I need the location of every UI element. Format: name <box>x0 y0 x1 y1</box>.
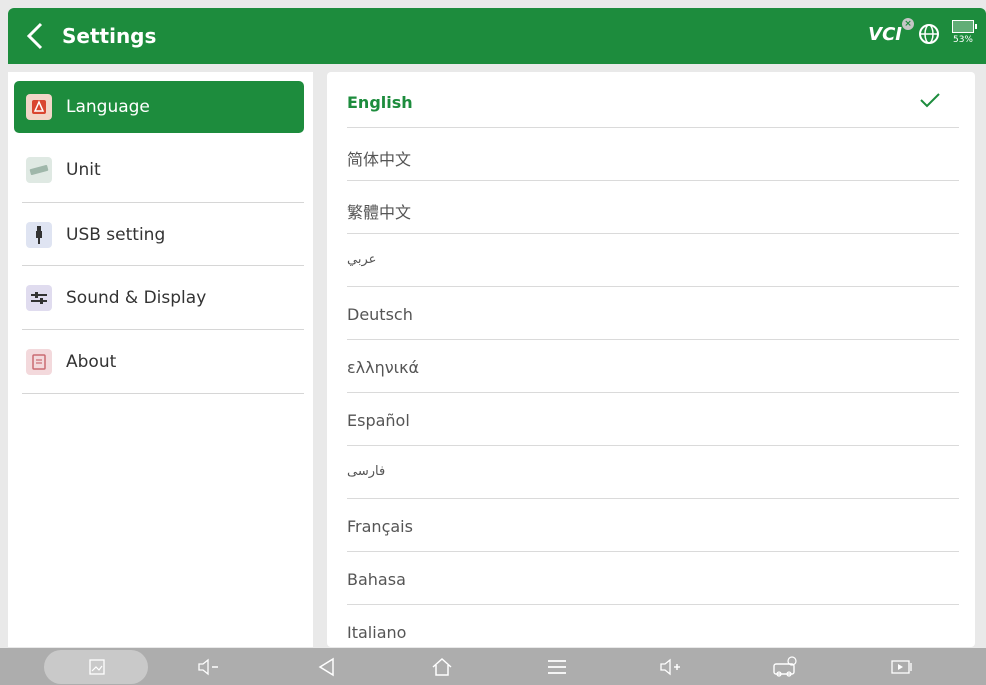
chevron-left-icon <box>26 22 43 50</box>
globe-icon[interactable] <box>918 23 940 45</box>
language-option[interactable]: Bahasa <box>347 552 959 605</box>
ruler-icon <box>26 157 52 183</box>
language-label: Français <box>347 517 413 536</box>
battery-icon <box>952 20 977 33</box>
language-label: 简体中文 <box>347 150 412 169</box>
battery-indicator: 53% <box>950 20 977 48</box>
sidebar-item-sound-display[interactable]: Sound & Display <box>14 272 304 324</box>
language-option[interactable]: Deutsch <box>347 287 959 340</box>
language-option[interactable]: Italiano <box>347 605 959 647</box>
document-icon <box>26 349 52 375</box>
language-label: Italiano <box>347 623 407 642</box>
divider <box>22 329 304 330</box>
disconnected-icon: × <box>902 17 914 30</box>
language-label: عربي <box>347 252 377 267</box>
status-area: VCI × 53% <box>868 17 977 48</box>
usb-icon <box>26 222 52 248</box>
home-icon[interactable] <box>427 652 457 682</box>
settings-sidebar: Language Unit USB setting Sound & Displa… <box>8 72 313 647</box>
sidebar-item-label: Unit <box>66 160 101 180</box>
screen-record-icon[interactable] <box>887 652 917 682</box>
car-diagnostic-icon[interactable] <box>770 652 800 682</box>
language-label: Bahasa <box>347 570 406 589</box>
language-label: فارسی <box>347 464 386 479</box>
checkmark-icon <box>920 93 940 108</box>
language-option-english[interactable]: English <box>347 75 959 128</box>
language-label: English <box>347 93 413 112</box>
divider <box>22 265 304 266</box>
app-header: Settings VCI × 53% <box>8 8 986 64</box>
sidebar-item-language[interactable]: Language <box>14 81 304 133</box>
language-label: Deutsch <box>347 305 413 324</box>
language-option[interactable]: Español <box>347 393 959 446</box>
gallery-icon[interactable] <box>82 652 112 682</box>
language-option[interactable]: ελληνικά <box>347 340 959 393</box>
language-option[interactable]: Français <box>347 499 959 552</box>
language-option[interactable]: فارسی <box>347 446 959 499</box>
volume-down-icon[interactable] <box>194 652 224 682</box>
sidebar-item-usb-setting[interactable]: USB setting <box>14 209 304 261</box>
vci-status-icon[interactable]: VCI × <box>868 17 914 45</box>
language-list: English 简体中文 繁體中文 عربي Deutsch ελληνικά … <box>327 72 975 647</box>
menu-icon[interactable] <box>542 652 572 682</box>
language-option[interactable]: 繁體中文 <box>347 181 959 234</box>
sliders-icon <box>26 285 52 311</box>
sidebar-item-label: Language <box>66 97 150 117</box>
divider <box>22 393 304 394</box>
sidebar-item-label: USB setting <box>66 225 166 245</box>
back-icon[interactable] <box>312 652 342 682</box>
sidebar-item-label: Sound & Display <box>66 288 207 308</box>
sidebar-item-label: About <box>66 352 117 372</box>
battery-percent: 53% <box>952 35 973 45</box>
sidebar-item-unit[interactable]: Unit <box>14 144 304 196</box>
divider <box>22 202 304 203</box>
language-label: 繁體中文 <box>347 203 412 222</box>
volume-up-icon[interactable] <box>656 652 686 682</box>
system-navbar <box>0 648 986 685</box>
back-button[interactable] <box>8 8 62 64</box>
language-icon <box>26 94 52 120</box>
page-title: Settings <box>62 24 157 48</box>
language-option[interactable]: عربي <box>347 234 959 287</box>
language-label: Español <box>347 411 410 430</box>
language-label: ελληνικά <box>347 358 420 377</box>
language-option[interactable]: 简体中文 <box>347 128 959 181</box>
vci-label: VCI <box>868 23 902 45</box>
sidebar-item-about[interactable]: About <box>14 336 304 388</box>
